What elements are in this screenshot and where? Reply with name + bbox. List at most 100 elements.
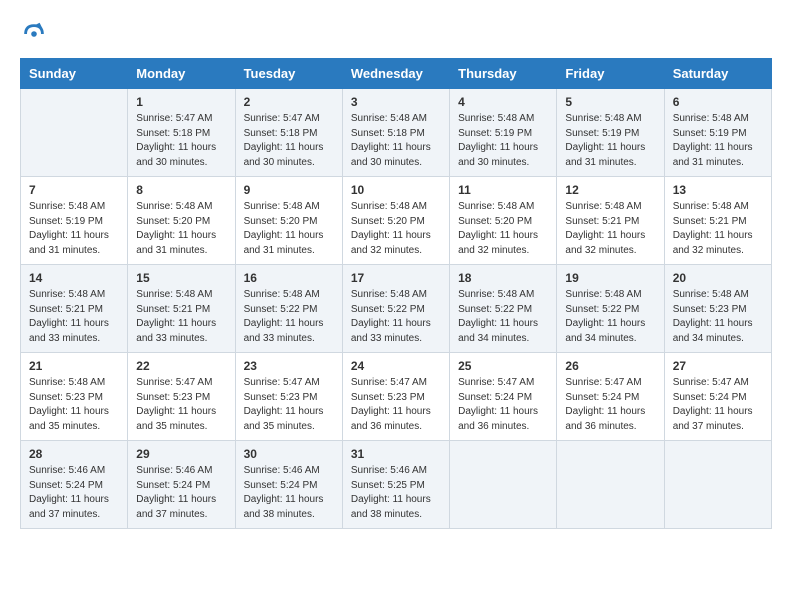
day-cell: 27 Sunrise: 5:47 AM Sunset: 5:24 PM Dayli…: [664, 353, 771, 441]
day-cell: 26Sunrise: 5:47 AM Sunset: 5:24 PM Dayli…: [557, 353, 664, 441]
day-info: Sunrise: 5:48 AM Sunset: 5:20 PM Dayligh…: [136, 200, 226, 258]
day-cell: 30 Sunrise: 5:46 AM Sunset: 5:24 PM Dayli…: [235, 441, 342, 529]
header-cell-saturday: Saturday: [664, 59, 771, 89]
day-cell: 2Sunrise: 5:47 AM Sunset: 5:18 PM Daylig…: [235, 89, 342, 177]
day-info: Sunrise: 5:47 AM Sunset: 5:23 PM Dayligh…: [351, 376, 441, 434]
day-cell: 3Sunrise: 5:48 AM Sunset: 5:18 PM Daylig…: [342, 89, 449, 177]
day-number: 28: [29, 447, 119, 461]
day-cell: 4Sunrise: 5:48 AM Sunset: 5:19 PM Daylig…: [450, 89, 557, 177]
day-cell: 31 Sunrise: 5:46 AM Sunset: 5:25 PM Dayli…: [342, 441, 449, 529]
day-number: 5: [565, 95, 655, 109]
day-number: 31: [351, 447, 441, 461]
day-number: 10: [351, 183, 441, 197]
logo-icon: [20, 20, 48, 48]
header-cell-tuesday: Tuesday: [235, 59, 342, 89]
day-cell: [664, 441, 771, 529]
day-number: 16: [244, 271, 334, 285]
day-cell: 13Sunrise: 5:48 AM Sunset: 5:21 PM Dayli…: [664, 177, 771, 265]
day-number: 14: [29, 271, 119, 285]
day-number: 17: [351, 271, 441, 285]
day-number: 7: [29, 183, 119, 197]
day-cell: 22 Sunrise: 5:47 AM Sunset: 5:23 PM Dayli…: [128, 353, 235, 441]
day-number: 9: [244, 183, 334, 197]
day-number: 23: [244, 359, 334, 373]
day-info: Sunrise: 5:46 AM Sunset: 5:24 PM Dayligh…: [29, 464, 119, 522]
week-row-1: 1 Sunrise: 5:47 AM Sunset: 5:18 PM Daylig…: [21, 89, 772, 177]
day-number: 15: [136, 271, 226, 285]
day-info: Sunrise: 5:47 AM Sunset: 5:24 PM Dayligh…: [673, 376, 763, 434]
week-row-2: 7 Sunrise: 5:48 AM Sunset: 5:19 PM Daylig…: [21, 177, 772, 265]
day-number: 19: [565, 271, 655, 285]
day-info: Sunrise: 5:48 AM Sunset: 5:20 PM Dayligh…: [458, 200, 548, 258]
day-info: Sunrise: 5:47 AM Sunset: 5:24 PM Dayligh…: [458, 376, 548, 434]
day-number: 29: [136, 447, 226, 461]
day-info: Sunrise: 5:48 AM Sunset: 5:22 PM Dayligh…: [351, 288, 441, 346]
calendar-header: SundayMondayTuesdayWednesdayThursdayFrid…: [21, 59, 772, 89]
day-cell: 9 Sunrise: 5:48 AM Sunset: 5:20 PM Daylig…: [235, 177, 342, 265]
header-cell-monday: Monday: [128, 59, 235, 89]
calendar-body: 1 Sunrise: 5:47 AM Sunset: 5:18 PM Daylig…: [21, 89, 772, 529]
day-info: Sunrise: 5:48 AM Sunset: 5:22 PM Dayligh…: [244, 288, 334, 346]
day-cell: [21, 89, 128, 177]
page-header: [20, 20, 772, 48]
day-info: Sunrise: 5:46 AM Sunset: 5:24 PM Dayligh…: [244, 464, 334, 522]
day-cell: 12 Sunrise: 5:48 AM Sunset: 5:21 PM Dayli…: [557, 177, 664, 265]
week-row-3: 14 Sunrise: 5:48 AM Sunset: 5:21 PM Dayli…: [21, 265, 772, 353]
day-number: 8: [136, 183, 226, 197]
header-cell-wednesday: Wednesday: [342, 59, 449, 89]
day-cell: 11 Sunrise: 5:48 AM Sunset: 5:20 PM Dayli…: [450, 177, 557, 265]
day-info: Sunrise: 5:47 AM Sunset: 5:23 PM Dayligh…: [136, 376, 226, 434]
day-cell: 25 Sunrise: 5:47 AM Sunset: 5:24 PM Dayli…: [450, 353, 557, 441]
day-cell: 8 Sunrise: 5:48 AM Sunset: 5:20 PM Daylig…: [128, 177, 235, 265]
header-cell-friday: Friday: [557, 59, 664, 89]
day-cell: 16 Sunrise: 5:48 AM Sunset: 5:22 PM Dayli…: [235, 265, 342, 353]
logo: [20, 20, 52, 48]
day-info: Sunrise: 5:48 AM Sunset: 5:21 PM Dayligh…: [565, 200, 655, 258]
header-cell-thursday: Thursday: [450, 59, 557, 89]
day-number: 22: [136, 359, 226, 373]
day-info: Sunrise: 5:48 AM Sunset: 5:19 PM Dayligh…: [29, 200, 119, 258]
day-cell: 14 Sunrise: 5:48 AM Sunset: 5:21 PM Dayli…: [21, 265, 128, 353]
day-number: 6: [673, 95, 763, 109]
day-cell: 20Sunrise: 5:48 AM Sunset: 5:23 PM Dayli…: [664, 265, 771, 353]
day-info: Sunrise: 5:46 AM Sunset: 5:25 PM Dayligh…: [351, 464, 441, 522]
day-number: 2: [244, 95, 334, 109]
day-cell: 21 Sunrise: 5:48 AM Sunset: 5:23 PM Dayli…: [21, 353, 128, 441]
day-info: Sunrise: 5:48 AM Sunset: 5:19 PM Dayligh…: [673, 112, 763, 170]
day-info: Sunrise: 5:47 AM Sunset: 5:18 PM Dayligh…: [136, 112, 226, 170]
day-info: Sunrise: 5:48 AM Sunset: 5:21 PM Dayligh…: [29, 288, 119, 346]
day-cell: 5 Sunrise: 5:48 AM Sunset: 5:19 PM Daylig…: [557, 89, 664, 177]
day-info: Sunrise: 5:48 AM Sunset: 5:22 PM Dayligh…: [565, 288, 655, 346]
day-info: Sunrise: 5:48 AM Sunset: 5:23 PM Dayligh…: [673, 288, 763, 346]
day-number: 27: [673, 359, 763, 373]
day-number: 30: [244, 447, 334, 461]
day-number: 11: [458, 183, 548, 197]
day-number: 25: [458, 359, 548, 373]
day-cell: 15Sunrise: 5:48 AM Sunset: 5:21 PM Dayli…: [128, 265, 235, 353]
day-number: 24: [351, 359, 441, 373]
header-row: SundayMondayTuesdayWednesdayThursdayFrid…: [21, 59, 772, 89]
day-cell: 28 Sunrise: 5:46 AM Sunset: 5:24 PM Dayli…: [21, 441, 128, 529]
day-cell: [557, 441, 664, 529]
calendar-table: SundayMondayTuesdayWednesdayThursdayFrid…: [20, 58, 772, 529]
day-cell: 7 Sunrise: 5:48 AM Sunset: 5:19 PM Daylig…: [21, 177, 128, 265]
day-cell: 19 Sunrise: 5:48 AM Sunset: 5:22 PM Dayli…: [557, 265, 664, 353]
day-cell: 18Sunrise: 5:48 AM Sunset: 5:22 PM Dayli…: [450, 265, 557, 353]
day-info: Sunrise: 5:48 AM Sunset: 5:20 PM Dayligh…: [244, 200, 334, 258]
day-cell: [450, 441, 557, 529]
day-number: 12: [565, 183, 655, 197]
week-row-4: 21 Sunrise: 5:48 AM Sunset: 5:23 PM Dayli…: [21, 353, 772, 441]
day-info: Sunrise: 5:48 AM Sunset: 5:19 PM Dayligh…: [565, 112, 655, 170]
day-cell: 17 Sunrise: 5:48 AM Sunset: 5:22 PM Dayli…: [342, 265, 449, 353]
day-number: 21: [29, 359, 119, 373]
day-info: Sunrise: 5:48 AM Sunset: 5:20 PM Dayligh…: [351, 200, 441, 258]
day-info: Sunrise: 5:48 AM Sunset: 5:22 PM Dayligh…: [458, 288, 548, 346]
header-cell-sunday: Sunday: [21, 59, 128, 89]
day-number: 26: [565, 359, 655, 373]
day-info: Sunrise: 5:47 AM Sunset: 5:23 PM Dayligh…: [244, 376, 334, 434]
day-info: Sunrise: 5:48 AM Sunset: 5:23 PM Dayligh…: [29, 376, 119, 434]
day-number: 1: [136, 95, 226, 109]
day-number: 3: [351, 95, 441, 109]
day-cell: 29Sunrise: 5:46 AM Sunset: 5:24 PM Dayli…: [128, 441, 235, 529]
day-info: Sunrise: 5:48 AM Sunset: 5:19 PM Dayligh…: [458, 112, 548, 170]
